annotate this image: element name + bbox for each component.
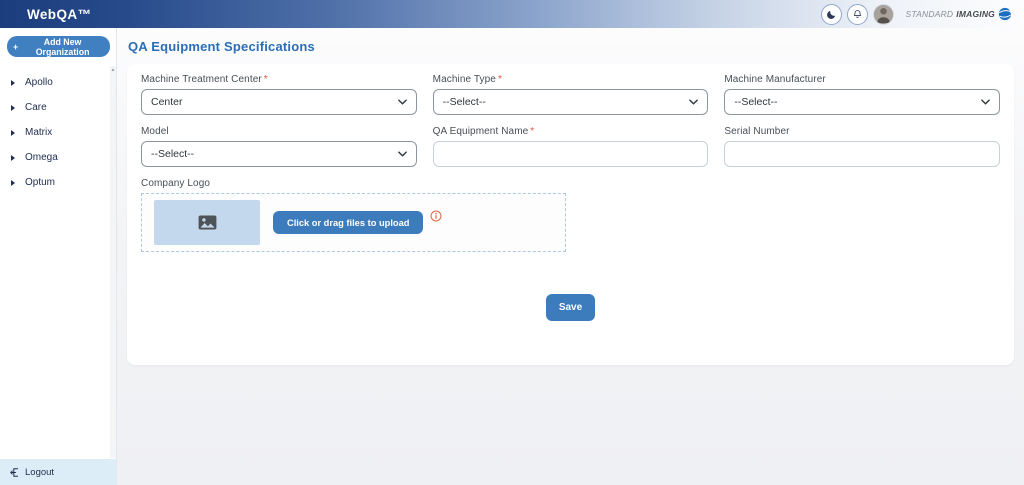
page-body: + Add New Organization Apollo Care Matri… — [0, 28, 1024, 485]
equipment-form-card: Machine Treatment Center* Center Machine… — [127, 64, 1014, 365]
field-machine-manufacturer: Machine Manufacturer --Select-- — [724, 74, 1000, 115]
select-value: --Select-- — [734, 96, 777, 108]
serial-number-input[interactable] — [724, 141, 1000, 167]
sidebar-scrollbar[interactable]: ▲ — [110, 66, 116, 458]
select-value: --Select-- — [443, 96, 486, 108]
chevron-down-icon — [398, 151, 407, 157]
logout-button[interactable]: Logout — [0, 459, 116, 485]
caret-right-icon — [11, 80, 15, 86]
globe-swoosh-icon — [998, 7, 1012, 21]
app-logo-title: WebQA™ — [27, 7, 91, 22]
caret-right-icon — [11, 105, 15, 111]
field-serial-number: Serial Number — [724, 126, 1000, 167]
save-button[interactable]: Save — [546, 294, 595, 321]
logo-upload-dropzone[interactable]: Click or drag files to upload — [141, 193, 566, 252]
field-label: Machine Manufacturer — [724, 74, 1000, 85]
standard-imaging-brand: STANDARDIMAGING — [906, 7, 1012, 21]
plus-icon: + — [13, 42, 18, 52]
company-logo-label: Company Logo — [141, 178, 708, 189]
page-title: QA Equipment Specifications — [128, 39, 1014, 54]
sidebar-item-label: Apollo — [25, 77, 53, 88]
bell-icon — [852, 9, 863, 20]
field-label: Machine Type* — [433, 74, 709, 85]
sidebar-item-apollo[interactable]: Apollo — [0, 70, 116, 95]
header-actions: STANDARDIMAGING — [821, 4, 1012, 25]
chevron-down-icon — [398, 99, 407, 105]
equipment-form-grid: Machine Treatment Center* Center Machine… — [141, 74, 1000, 252]
brand-name-bold: IMAGING — [956, 9, 995, 19]
machine-manufacturer-select[interactable]: --Select-- — [724, 89, 1000, 115]
chevron-down-icon — [981, 99, 990, 105]
brand-name-light: STANDARD — [906, 9, 954, 19]
required-asterisk: * — [498, 74, 502, 85]
select-value: Center — [151, 96, 183, 108]
field-label: Serial Number — [724, 126, 1000, 137]
required-asterisk: * — [530, 126, 534, 137]
sidebar-item-label: Care — [25, 102, 47, 113]
machine-treatment-center-select[interactable]: Center — [141, 89, 417, 115]
avatar-photo — [874, 4, 893, 24]
webqa-app: WebQA™ STANDARDIMAGING — [0, 0, 1024, 485]
field-qa-equipment-name: QA Equipment Name* — [433, 126, 709, 167]
field-machine-type: Machine Type* --Select-- — [433, 74, 709, 115]
caret-right-icon — [11, 180, 15, 186]
machine-type-select[interactable]: --Select-- — [433, 89, 709, 115]
sidebar-item-label: Optum — [25, 177, 55, 188]
add-new-organization-button[interactable]: + Add New Organization — [7, 36, 110, 57]
logo-image-placeholder — [154, 200, 260, 245]
logout-label: Logout — [25, 467, 54, 478]
sidebar-item-matrix[interactable]: Matrix — [0, 120, 116, 145]
company-logo-section: Company Logo Click or drag files to uplo… — [141, 178, 708, 252]
notifications-button[interactable] — [847, 4, 868, 25]
chevron-down-icon — [689, 99, 698, 105]
logout-icon — [9, 467, 20, 478]
user-avatar[interactable] — [873, 4, 894, 25]
field-machine-treatment-center: Machine Treatment Center* Center — [141, 74, 417, 115]
qa-equipment-name-input[interactable] — [433, 141, 709, 167]
info-icon[interactable] — [430, 209, 442, 227]
field-label: Machine Treatment Center* — [141, 74, 417, 85]
model-select[interactable]: --Select-- — [141, 141, 417, 167]
sidebar-item-omega[interactable]: Omega — [0, 145, 116, 170]
main-content: QA Equipment Specifications Machine Trea… — [117, 28, 1024, 485]
organization-nav-list: Apollo Care Matrix Omega Optum — [0, 61, 116, 195]
add-new-organization-label: Add New Organization — [21, 37, 104, 57]
select-value: --Select-- — [151, 148, 194, 160]
top-header-bar: WebQA™ STANDARDIMAGING — [0, 0, 1024, 28]
field-label: QA Equipment Name* — [433, 126, 709, 137]
moon-icon — [826, 9, 837, 20]
save-row: Save — [141, 294, 1000, 321]
image-icon — [198, 215, 217, 230]
field-model: Model --Select-- — [141, 126, 417, 167]
dark-mode-toggle-button[interactable] — [821, 4, 842, 25]
sidebar-item-label: Matrix — [25, 127, 52, 138]
caret-right-icon — [11, 130, 15, 136]
sidebar: + Add New Organization Apollo Care Matri… — [0, 28, 117, 485]
required-asterisk: * — [264, 74, 268, 85]
caret-right-icon — [11, 155, 15, 161]
sidebar-item-care[interactable]: Care — [0, 95, 116, 120]
sidebar-item-optum[interactable]: Optum — [0, 170, 116, 195]
sidebar-item-label: Omega — [25, 152, 58, 163]
scroll-up-arrow-icon[interactable]: ▲ — [110, 66, 116, 74]
upload-files-button[interactable]: Click or drag files to upload — [273, 211, 423, 234]
field-label: Model — [141, 126, 417, 137]
